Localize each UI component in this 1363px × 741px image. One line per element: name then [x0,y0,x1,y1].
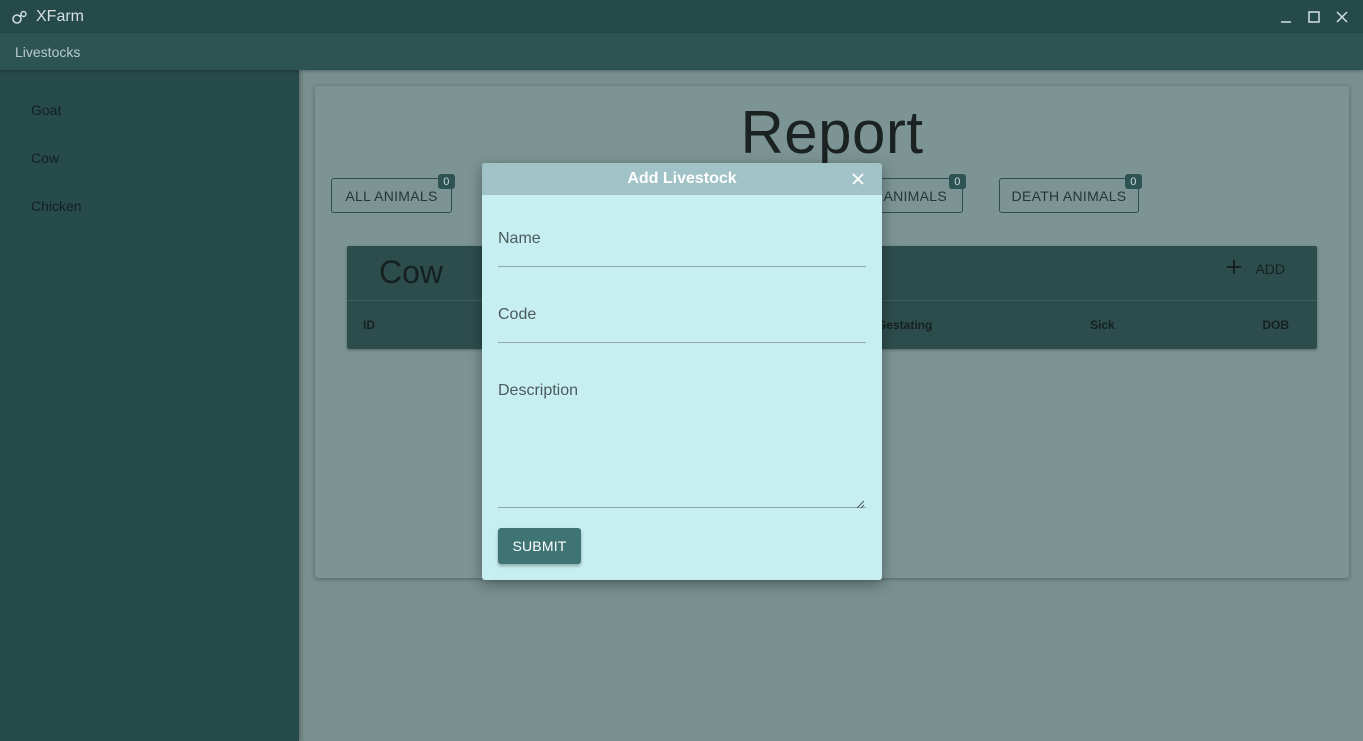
animals-count-badge: 0 [949,174,966,189]
code-field[interactable]: Code [498,297,866,343]
description-label: Description [498,382,579,399]
all-animals-label: ALL ANIMALS [345,187,438,204]
death-animals-count-badge: 0 [1125,174,1142,189]
name-field[interactable]: Name [498,221,866,267]
sidebar-list: Goat Cow Chicken [0,70,299,230]
title-bar: XFarm [0,0,1363,33]
dialog-title: Add Livestock [627,170,737,187]
table-title: Cow [379,254,444,290]
add-livestock-button[interactable]: ADD [1227,260,1285,277]
description-field[interactable]: Description [498,373,866,509]
page-title: Report [740,99,924,166]
sidebar-item-goat[interactable]: Goat [0,86,299,134]
menu-item-livestocks[interactable]: Livestocks [15,44,80,60]
animals-label: ANIMALS [883,187,947,204]
close-icon[interactable] [850,171,866,187]
window-title: XFarm [36,7,84,25]
column-header-sick[interactable]: Sick [1090,318,1115,332]
all-animals-button[interactable]: ALL ANIMALS 0 [331,174,455,213]
death-animals-label: DEATH ANIMALS [1011,187,1127,204]
dialog-header: Add Livestock [482,163,882,195]
column-header-gestating[interactable]: Gestating [877,318,932,332]
submit-button[interactable]: SUBMIT [498,528,581,564]
column-header-id[interactable]: ID [363,318,375,332]
plus-icon [1227,260,1242,277]
sidebar: Goat Cow Chicken [0,70,299,741]
resize-handle-icon[interactable] [856,496,865,509]
sidebar-item-chicken[interactable]: Chicken [0,182,299,230]
code-input[interactable] [498,318,866,340]
all-animals-count-badge: 0 [438,174,455,189]
add-livestock-dialog: Add Livestock Name Code Description SUBM… [482,163,882,580]
column-header-dob[interactable]: DOB [1262,318,1289,332]
add-label: ADD [1255,260,1285,277]
menu-bar: Livestocks [0,33,1363,70]
farm-logo-icon [12,9,28,25]
window-controls [1277,0,1351,33]
name-input[interactable] [498,242,866,264]
close-icon[interactable] [1333,8,1351,26]
minimize-icon[interactable] [1277,8,1295,26]
maximize-icon[interactable] [1305,8,1323,26]
sidebar-item-cow[interactable]: Cow [0,134,299,182]
death-animals-button[interactable]: DEATH ANIMALS 0 [999,174,1142,213]
